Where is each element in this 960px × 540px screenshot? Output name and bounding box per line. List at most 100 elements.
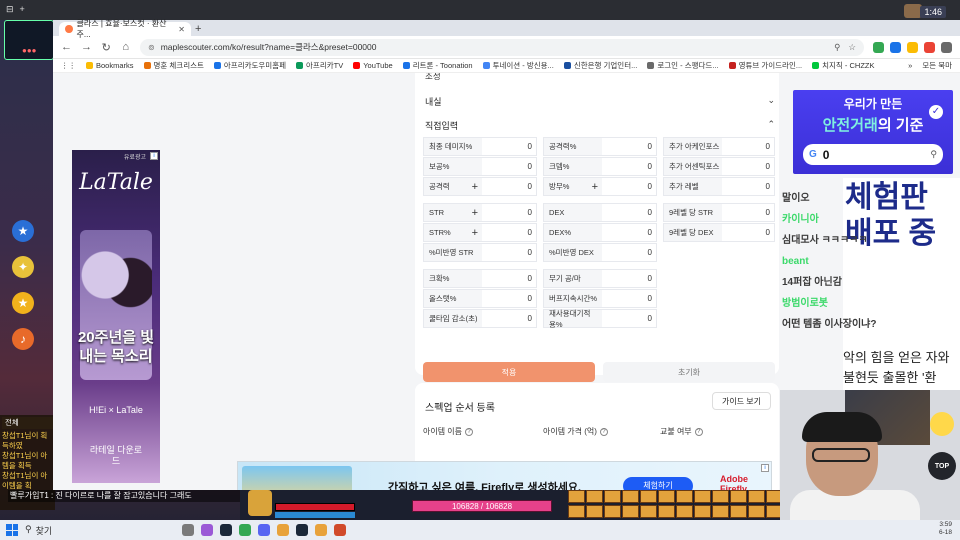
stat-value-input[interactable]: 0 [482, 310, 536, 327]
plus-icon[interactable]: + [472, 207, 478, 219]
app-icon[interactable] [315, 524, 327, 536]
tab-add-icon[interactable]: + [20, 4, 25, 15]
bookmark-item[interactable]: 영튜브 가이드라인... [728, 60, 802, 71]
forward-icon[interactable]: → [81, 41, 92, 53]
ad-choices-icon[interactable]: i [761, 464, 769, 472]
help-icon[interactable]: ? [694, 427, 703, 436]
url-field[interactable]: ⊚ maplescouter.com/ko/result?name=클라스&pr… [140, 38, 864, 56]
stat-value-input[interactable]: 0 [602, 178, 656, 195]
bookmark-item[interactable]: 로그인 - 스팽다드... [647, 60, 719, 71]
stat-value-input[interactable]: 0 [482, 178, 536, 195]
bookmark-item[interactable]: 치지직 - CHZZK [812, 60, 875, 71]
ad-choices-icon[interactable]: i [150, 152, 158, 160]
stat-value-input[interactable]: 0 [482, 224, 536, 241]
plus-icon[interactable]: + [592, 181, 598, 193]
section-naesil[interactable]: 내실 ⌄ [425, 95, 775, 108]
chrome-icon[interactable] [239, 524, 251, 536]
extension-icon[interactable] [924, 41, 935, 53]
tab-favicon [65, 25, 73, 33]
stat-value-input[interactable]: 0 [722, 158, 774, 175]
bookmark-item[interactable]: 아프리카도우미홈페 [213, 60, 286, 71]
bookmark-item[interactable]: 아프리카TV [296, 60, 343, 71]
stat-value-input[interactable]: 0 [602, 224, 656, 241]
section-direct-input[interactable]: 직접입력 ⌃ [425, 119, 775, 132]
apps-icon[interactable]: ⋮⋮ [61, 61, 76, 70]
help-icon[interactable]: ? [599, 427, 608, 436]
bookmark-item[interactable]: 리트론 - Toonation [402, 60, 473, 71]
left-banner-ad[interactable]: 유료광고 i LaTale 20주년을 빛내는 목소리 H!Ei × LaTal… [72, 150, 160, 483]
app-icon[interactable] [334, 524, 346, 536]
plus-icon[interactable]: + [472, 181, 478, 193]
stat-input-field: 크확% 0 [423, 269, 537, 288]
search-icon[interactable]: ⚲ [930, 149, 937, 160]
help-icon[interactable]: ? [465, 427, 474, 436]
star-icon[interactable]: ★ [12, 292, 34, 314]
bookmark-item[interactable]: 투네이션 - 방신용... [482, 60, 554, 71]
app-icon[interactable] [277, 524, 289, 536]
event-icon[interactable]: ★ [12, 220, 34, 242]
banner-cta-button[interactable]: 체험하기 [623, 477, 693, 490]
app-icon[interactable] [201, 524, 213, 536]
chevron-down-icon[interactable]: ⌄ [767, 95, 775, 108]
stat-value-input[interactable]: 0 [482, 290, 536, 307]
bell-icon[interactable]: ♪ [12, 328, 34, 350]
stat-value-input[interactable]: 0 [602, 158, 656, 175]
bookmark-item[interactable]: 명훈 체크리스트 [143, 60, 204, 71]
stat-value-input[interactable]: 0 [482, 270, 536, 287]
browser-tab[interactable]: 클라스 | 효율·보스컷 · 환산주... ✕ [59, 19, 191, 39]
stat-input-field: STR +0 [423, 203, 537, 222]
stat-value-input[interactable]: 0 [602, 270, 656, 287]
stat-value-input[interactable]: 0 [482, 158, 536, 175]
chevron-up-icon[interactable]: ⌃ [767, 119, 775, 132]
bookmarks-overflow-icon[interactable]: » [908, 61, 912, 70]
bookmark-star-icon[interactable]: ☆ [848, 42, 856, 53]
site-info-icon[interactable]: ⊚ [148, 43, 155, 52]
guide-button[interactable]: 가이드 보기 [711, 392, 771, 410]
back-icon[interactable]: ← [61, 41, 72, 53]
windows-start-icon[interactable] [6, 524, 18, 536]
all-bookmarks[interactable]: 모든 북마 [922, 60, 952, 71]
bookmark-item[interactable]: YouTube [353, 61, 393, 70]
zoom-icon[interactable]: ⚲ [834, 42, 840, 53]
stat-value-input[interactable]: 0 [602, 204, 656, 221]
stat-value-input[interactable]: 0 [722, 224, 774, 241]
reset-button[interactable]: 초기화 [603, 362, 775, 382]
right-search-ad[interactable]: 우리가 만든 안전거래의 기준 ✓ G 0 ⚲ [793, 90, 953, 174]
tab-close-icon[interactable]: ✕ [178, 25, 185, 34]
apply-button[interactable]: 적용 [423, 362, 595, 382]
tab-collapse-icon[interactable]: ⊟ [6, 4, 14, 15]
bookmark-item[interactable]: 신한은행 기업인터... [563, 60, 637, 71]
stat-value-input[interactable]: 0 [722, 138, 774, 155]
plus-icon[interactable]: + [472, 227, 478, 239]
discord-icon[interactable] [258, 524, 270, 536]
chat-header[interactable]: 전체 [2, 417, 53, 429]
extension-icon[interactable] [890, 41, 901, 53]
task-view-icon[interactable] [182, 524, 194, 536]
new-tab-button[interactable]: + [195, 23, 201, 36]
stat-value-input[interactable]: 0 [602, 244, 656, 261]
home-icon[interactable]: ⌂ [121, 41, 132, 53]
puzzle-icon[interactable] [941, 41, 952, 53]
reload-icon[interactable]: ↻ [101, 41, 112, 54]
bulb-icon[interactable]: ✦ [12, 256, 34, 278]
stat-value-input[interactable]: 0 [482, 204, 536, 221]
steam-icon[interactable] [220, 524, 232, 536]
skill-bar [568, 490, 788, 518]
extension-icon[interactable] [907, 41, 918, 53]
steam-icon[interactable] [296, 524, 308, 536]
ad-cta[interactable]: 라테일 다운로드 [86, 445, 146, 467]
bookmarks-bar: ⋮⋮ Bookmarks 명훈 체크리스트 아프리카도우미홈페 아프리카TV YouTu… [53, 59, 960, 73]
taskbar-search[interactable]: ⚲ 찾기 [25, 524, 175, 537]
stat-value-input[interactable]: 0 [482, 138, 536, 155]
stat-value-input[interactable]: 0 [482, 244, 536, 261]
stat-value-input[interactable]: 0 [602, 290, 656, 307]
extension-icon[interactable] [873, 41, 884, 53]
stat-value-input[interactable]: 0 [722, 178, 774, 195]
stat-value-input[interactable]: 0 [722, 204, 774, 221]
bookmark-item[interactable]: Bookmarks [86, 61, 134, 70]
bottom-banner-ad[interactable]: 간직하고 싶은 여름, Firefly로 생성하세요. 체험하기 Adobe F… [237, 461, 772, 490]
ad-search-box[interactable]: G 0 ⚲ [803, 144, 943, 165]
stat-value-input[interactable]: 0 [602, 310, 656, 327]
stat-value-input[interactable]: 0 [602, 138, 656, 155]
scroll-top-button[interactable]: TOP [928, 452, 956, 480]
